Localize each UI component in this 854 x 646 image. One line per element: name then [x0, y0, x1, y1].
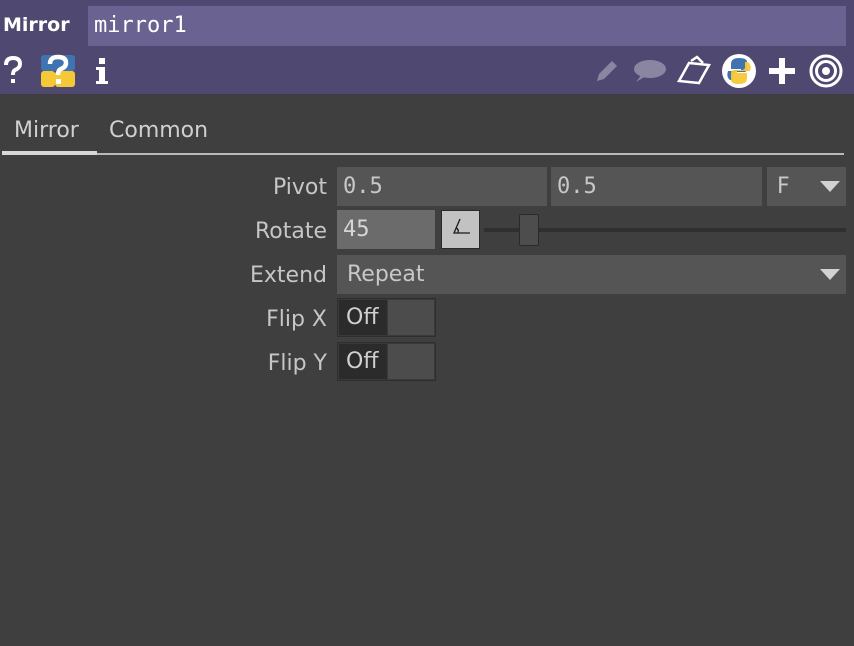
pivot-unit-value: F — [777, 174, 790, 199]
angle-picker-button[interactable] — [441, 210, 480, 249]
plus-icon[interactable] — [765, 53, 799, 89]
target-icon[interactable] — [807, 53, 845, 89]
clipboard-icon[interactable] — [675, 53, 713, 89]
tab-mirror[interactable]: Mirror — [14, 118, 79, 143]
pivot-y-field[interactable]: 0.5 — [551, 167, 762, 206]
operator-name-field[interactable]: mirror1 — [88, 6, 846, 46]
flipx-toggle[interactable]: Off — [337, 298, 436, 337]
extend-value: Repeat — [347, 262, 425, 287]
tab-common[interactable]: Common — [109, 118, 208, 143]
active-tab-indicator — [2, 151, 97, 155]
pivot-x-field[interactable]: 0.5 — [337, 167, 547, 206]
pivot-unit-dropdown[interactable]: F — [767, 167, 846, 206]
extend-label: Extend — [250, 263, 327, 288]
flipy-knob — [388, 344, 434, 379]
chevron-down-icon — [820, 269, 840, 280]
pencil-icon[interactable] — [592, 53, 622, 89]
flipy-label: Flip Y — [267, 351, 327, 376]
flipx-knob — [388, 300, 434, 335]
rotate-label: Rotate — [254, 219, 327, 244]
flipy-toggle[interactable]: Off — [337, 342, 436, 381]
angle-icon — [453, 218, 470, 234]
operator-header: Mirror mirror1 — [0, 0, 854, 94]
python-icon[interactable] — [720, 53, 758, 89]
comment-bubble-icon[interactable] — [630, 53, 668, 89]
flipy-value: Off — [339, 344, 387, 379]
python-help-icon[interactable] — [39, 53, 77, 89]
rotate-field[interactable]: 45 — [337, 210, 435, 249]
flipx-value: Off — [339, 300, 387, 335]
info-icon[interactable] — [92, 53, 112, 89]
chevron-down-icon — [820, 181, 840, 192]
question-mark-icon[interactable] — [2, 53, 24, 89]
pivot-label: Pivot — [272, 175, 327, 200]
extend-dropdown[interactable]: Repeat — [337, 255, 846, 294]
parameter-tabs: Mirror Common — [2, 112, 844, 155]
flipx-label: Flip X — [266, 307, 327, 332]
rotate-slider-handle[interactable] — [519, 214, 540, 246]
operator-type-label: Mirror — [3, 14, 70, 36]
